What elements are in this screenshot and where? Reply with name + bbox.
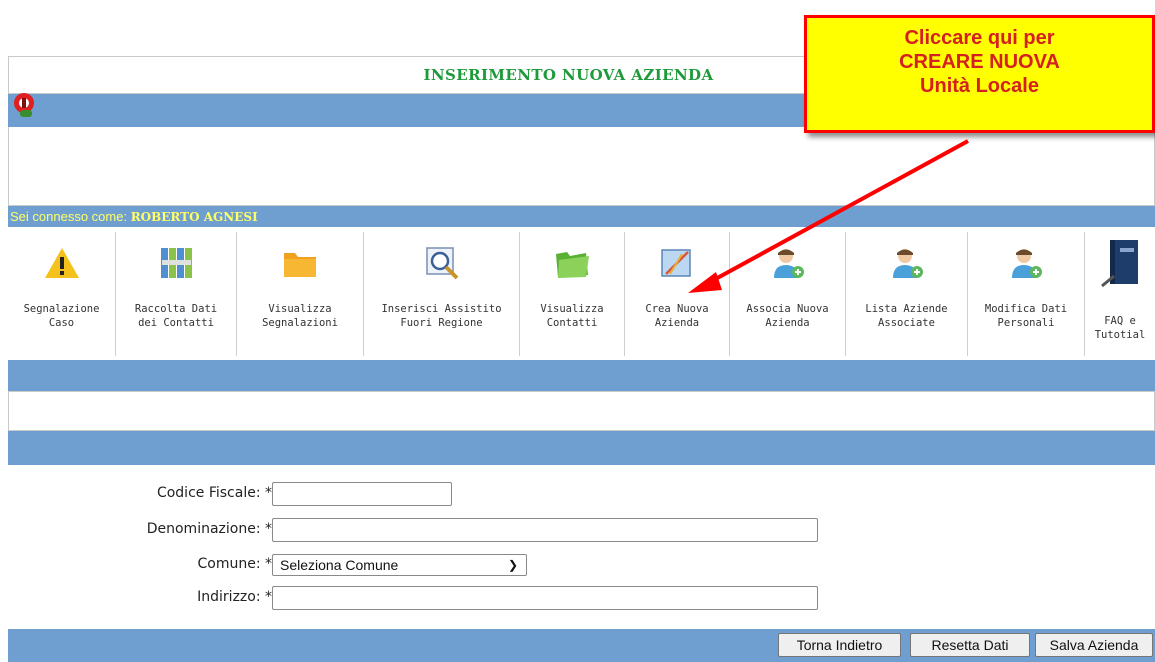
toolbar-item-faq-tutorial[interactable]: FAQ e Tutotial <box>1085 232 1155 356</box>
toolbar-item-inserisci-assistito[interactable]: Inserisci Assistito Fuori Regione <box>364 232 520 356</box>
folder-icon <box>284 253 316 277</box>
toolbar-item-associa-nuova-azienda[interactable]: Associa Nuova Azienda <box>730 232 846 356</box>
green-folder-icon <box>556 252 589 278</box>
binders-icon <box>161 248 192 278</box>
drawing-icon <box>661 249 691 277</box>
toolbar-item-label: Segnalazione Caso <box>23 303 100 329</box>
user-add-icon <box>892 249 923 278</box>
denominazione-label: Denominazione: * <box>146 521 272 537</box>
indirizzo-label: Indirizzo: * <box>197 589 272 605</box>
toolbar-item-visualizza-contatti[interactable]: Visualizza Contatti <box>520 232 625 356</box>
user-name: ROBERTO AGNESI <box>130 210 258 224</box>
save-button[interactable]: Salva Azienda <box>1035 633 1153 657</box>
callout-line-2: CREARE NUOVA <box>899 51 1060 73</box>
callout-line-1: Cliccare qui per <box>904 27 1055 49</box>
toolbar-item-crea-nuova-azienda[interactable]: Crea Nuova Azienda <box>625 232 730 356</box>
back-button[interactable]: Torna Indietro <box>778 633 901 657</box>
indirizzo-row: Indirizzo: * <box>8 586 272 610</box>
toolbar-item-label: Lista Aziende Associate <box>865 303 948 329</box>
denominazione-row: Denominazione: * <box>8 518 272 542</box>
logo-row <box>8 127 1155 206</box>
empty-row <box>8 391 1155 431</box>
indirizzo-input[interactable] <box>272 586 818 610</box>
toolbar-item-label: Visualizza Segnalazioni <box>262 303 338 329</box>
callout-line-3: Unità Locale <box>920 75 1039 97</box>
user-bar: Sei connesso come: ROBERTO AGNESI <box>8 206 1155 227</box>
form-area: Codice Fiscale: * Denominazione: * Comun… <box>8 476 1155 626</box>
user-bar-prefix: Sei connesso come: <box>10 209 131 224</box>
reset-button[interactable]: Resetta Dati <box>910 633 1030 657</box>
toolbar: Segnalazione Caso Raccolta Dati dei Cont… <box>8 228 1155 360</box>
codice-fiscale-row: Codice Fiscale: * <box>8 482 272 506</box>
comune-selected-value: Seleziona Comune <box>280 557 399 573</box>
toolbar-item-raccolta-dati[interactable]: Raccolta Dati dei Contatti <box>116 232 237 356</box>
toolbar-item-label: Modifica Dati Personali <box>984 303 1068 329</box>
toolbar-item-label: Visualizza Contatti <box>540 303 604 329</box>
page-frame: INSERIMENTO NUOVA AZIENDA Sei connesso c… <box>8 56 1155 662</box>
comune-label: Comune: * <box>197 556 272 572</box>
warning-icon <box>44 248 79 278</box>
comune-row: Comune: * <box>8 553 272 577</box>
toolbar-item-label: Inserisci Assistito Fuori Regione <box>381 303 502 329</box>
chevron-down-icon: ❯ <box>507 558 518 572</box>
comune-select[interactable]: Seleziona Comune ❯ <box>272 554 527 576</box>
toolbar-item-modifica-dati-personali[interactable]: Modifica Dati Personali <box>968 232 1085 356</box>
codice-fiscale-input[interactable] <box>272 482 452 506</box>
band-2 <box>8 360 1155 391</box>
magnifier-icon <box>425 247 458 280</box>
bottom-action-bar: Torna Indietro Resetta Dati Salva Aziend… <box>8 629 1155 662</box>
user-add-icon <box>773 249 804 278</box>
toolbar-item-label: Raccolta Dati dei Contatti <box>134 303 218 329</box>
book-icon <box>1101 240 1138 288</box>
logo-icon <box>14 93 34 117</box>
toolbar-item-label: FAQ e Tutotial <box>1094 315 1146 341</box>
instruction-callout: Cliccare qui per CREARE NUOVA Unità Loca… <box>804 15 1155 133</box>
toolbar-item-segnalazione-caso[interactable]: Segnalazione Caso <box>8 232 116 356</box>
toolbar-item-visualizza-segnalazioni[interactable]: Visualizza Segnalazioni <box>237 232 364 356</box>
toolbar-item-label: Crea Nuova Azienda <box>645 303 709 329</box>
band-3 <box>8 431 1155 465</box>
toolbar-item-lista-aziende-associate[interactable]: Lista Aziende Associate <box>846 232 968 356</box>
toolbar-item-label: Associa Nuova Azienda <box>746 303 829 329</box>
user-add-icon <box>1012 249 1042 278</box>
codice-fiscale-label: Codice Fiscale: * <box>156 485 272 501</box>
denominazione-input[interactable] <box>272 518 818 542</box>
